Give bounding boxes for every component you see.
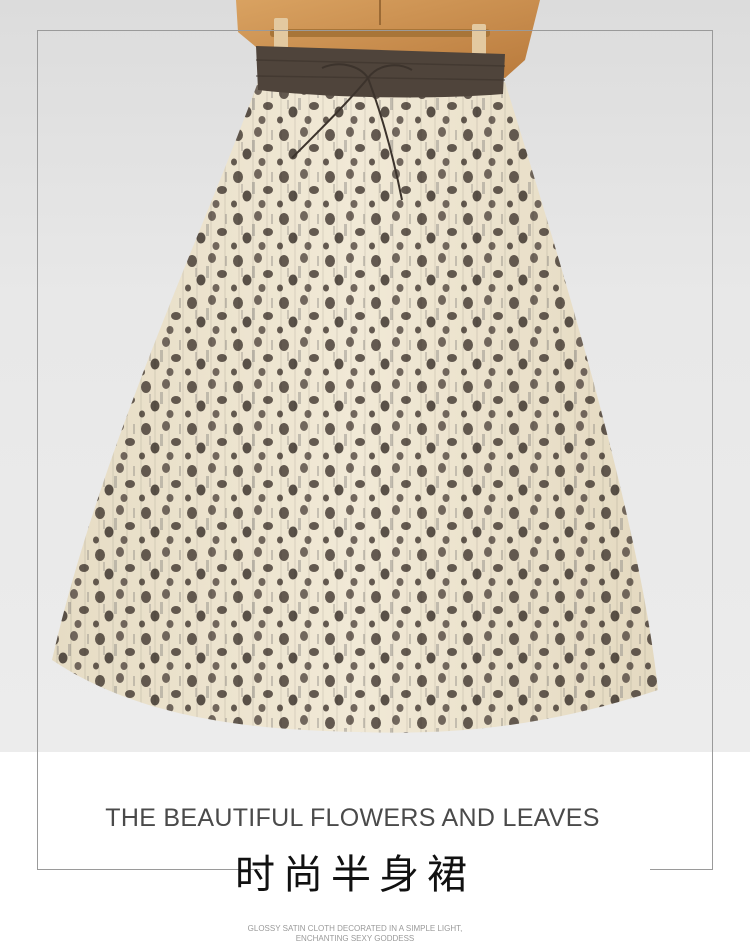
description-line-1: GLOSSY SATIN CLOTH DECORATED IN A SIMPLE…: [247, 924, 463, 933]
skirt: [52, 46, 658, 733]
description-line-2: ENCHANTING SEXY GODDESS: [295, 934, 415, 943]
heading-chinese: 时尚半身裙: [235, 852, 475, 898]
heading-english: THE BEAUTIFUL FLOWERS AND LEAVES: [105, 804, 600, 832]
description-text: GLOSSY SATIN CLOTH DECORATED IN A SIMPLE…: [200, 924, 510, 944]
skirt-product-image: [52, 0, 658, 733]
product-photo-area: [0, 0, 750, 752]
